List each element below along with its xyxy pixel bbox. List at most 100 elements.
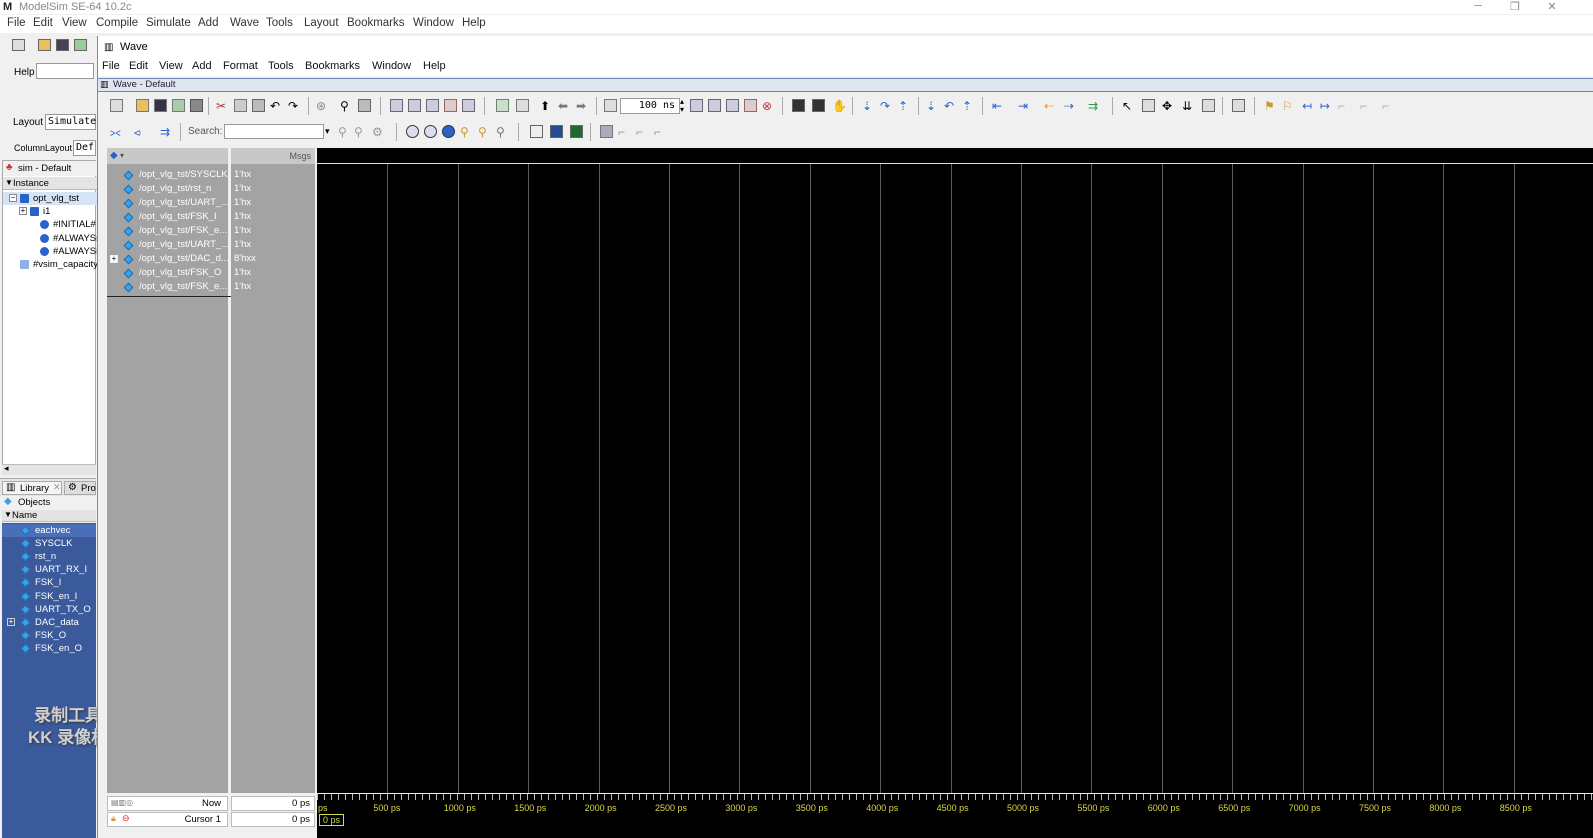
hand-icon[interactable]: ✋ <box>832 99 847 113</box>
run-all-icon[interactable] <box>726 99 739 112</box>
simulate-icon[interactable] <box>426 99 439 112</box>
menu-layout[interactable]: Layout <box>304 17 339 29</box>
cursor-line-icon[interactable] <box>530 125 543 138</box>
menu-bookmarks[interactable]: Bookmarks <box>347 17 405 29</box>
step-into-icon[interactable]: ⇣ <box>862 99 875 113</box>
tree-item[interactable]: #ALWAYS# <box>3 245 101 258</box>
arrow-right-icon[interactable]: ➡ <box>576 99 589 113</box>
help-icon[interactable]: ⊛ <box>316 99 329 113</box>
add-bookmark-icon[interactable]: ⚑ <box>1264 99 1277 113</box>
merge-icon[interactable]: ⇉ <box>160 125 173 139</box>
signal-expander-icon[interactable]: + <box>110 255 118 263</box>
new-file-icon[interactable] <box>12 39 25 51</box>
object-item[interactable]: FSK_I <box>2 576 96 589</box>
signal-name-row[interactable]: /opt_vlg_tst/FSK_O <box>107 266 228 280</box>
ungroup-icon[interactable]: ⪦ <box>134 125 147 139</box>
step-back-icon[interactable]: ⇣ <box>926 99 939 113</box>
menu-add[interactable]: Add <box>198 17 218 29</box>
object-item[interactable]: FSK_O <box>2 629 96 642</box>
wave-menu-tools[interactable]: Tools <box>268 60 294 72</box>
paste-icon[interactable] <box>252 99 265 112</box>
msgs-column-header[interactable]: Msgs <box>231 148 315 164</box>
cursor-fill-icon[interactable] <box>550 125 563 138</box>
tree-expander-icon[interactable]: + <box>19 207 27 216</box>
object-item[interactable]: + DAC_data <box>2 616 96 629</box>
select-mode-icon[interactable]: ↖ <box>1122 99 1135 113</box>
zoom-last-icon[interactable]: ⚲ <box>478 125 491 139</box>
menu-help[interactable]: Help <box>462 17 486 29</box>
wave-menu-add[interactable]: Add <box>192 60 212 72</box>
menu-file[interactable]: File <box>7 17 26 29</box>
signal-name-row[interactable]: /opt_vlg_tst/UART_... <box>107 238 229 252</box>
refresh-icon[interactable] <box>74 39 87 51</box>
cursor-green-icon[interactable] <box>570 125 583 138</box>
scroll-left-icon[interactable]: ◂ <box>4 463 9 474</box>
tab-library[interactable]: ▥ Library ✕ <box>2 481 62 495</box>
find-list-icon[interactable] <box>358 99 371 112</box>
tree-item[interactable]: #ALWAYS# <box>3 232 101 245</box>
group-icon[interactable]: ⪥ <box>110 125 123 139</box>
next-bookmark-icon[interactable]: ↦ <box>1320 99 1333 113</box>
object-item[interactable]: eachvec <box>2 524 96 537</box>
collapse-triangle-icon[interactable]: ▼ <box>5 178 13 187</box>
collapse-triangle-icon[interactable]: ▼ <box>4 510 12 519</box>
object-item[interactable]: UART_RX_I <box>2 563 96 576</box>
object-item[interactable]: SYSCLK <box>2 537 96 550</box>
time-axis[interactable]: 0 ps ps 500 ps 1000 ps 1500 ps 2000 ps 2500 p… <box>317 794 1593 838</box>
search-prev-icon[interactable]: ⚲ <box>338 125 351 139</box>
cursor-time-marker[interactable]: 0 ps <box>319 814 345 826</box>
help-search-input[interactable] <box>36 63 94 79</box>
step-out-icon[interactable]: ⇡ <box>898 99 911 113</box>
delete-bookmark-icon[interactable]: ⚐ <box>1282 99 1295 113</box>
stop-icon[interactable]: ⊗ <box>762 99 775 113</box>
signal-name-row[interactable]: /opt_vlg_tst/FSK_I <box>107 210 228 224</box>
run-length-spinner-icon[interactable]: ▴ ▾ <box>680 98 684 114</box>
object-item[interactable]: FSK_en_O <box>2 642 96 655</box>
menu-wave[interactable]: Wave <box>230 17 259 29</box>
search-input[interactable] <box>224 124 324 139</box>
objects-column-header[interactable]: ▼ Name <box>2 510 96 522</box>
open-folder-icon[interactable] <box>38 39 51 51</box>
signal-name-row[interactable]: /opt_vlg_tst/FSK_e... <box>107 280 228 294</box>
open-folder-icon[interactable] <box>136 99 149 112</box>
search-dropdown-icon[interactable]: ▾ <box>325 126 330 137</box>
minimize-icon[interactable]: ─ <box>1460 0 1496 14</box>
restore-icon[interactable]: ❐ <box>1497 0 1533 14</box>
tab-close-icon[interactable]: ✕ <box>53 482 61 493</box>
remove-cursor-icon[interactable]: ⊖ <box>122 813 130 824</box>
time-mode-icon[interactable]: ⌐ <box>1382 99 1395 113</box>
run-length-icon[interactable] <box>604 99 617 112</box>
tab-project[interactable]: ⚙ Pro <box>64 481 96 495</box>
next-edge-icon[interactable]: ⇥ <box>1018 99 1031 113</box>
object-item[interactable]: UART_TX_O <box>2 603 96 616</box>
wave-menu-help[interactable]: Help <box>423 60 446 72</box>
edge-fall-icon[interactable]: ⌐ <box>636 125 649 139</box>
continue-run-icon[interactable] <box>708 99 721 112</box>
search-next-icon[interactable]: ⚲ <box>354 125 367 139</box>
name-column-header[interactable]: ◆ ▾ <box>107 148 228 164</box>
prev-bookmark-icon[interactable]: ↤ <box>1302 99 1315 113</box>
wave-format-icon[interactable] <box>600 125 613 138</box>
insert-cursor-icon[interactable] <box>1232 99 1245 112</box>
waveform-area[interactable] <box>317 148 1593 793</box>
next-transition-icon[interactable]: ⇢ <box>1064 99 1077 113</box>
tree-item[interactable]: #vsim_capacity <box>3 258 98 271</box>
reverse-out-icon[interactable]: ⇡ <box>962 99 975 113</box>
compile-icon[interactable] <box>390 99 403 112</box>
tree-item[interactable]: + i1 <box>3 205 97 218</box>
save-icon[interactable] <box>56 39 69 51</box>
columnlayout-select[interactable]: Def <box>73 140 96 156</box>
signal-name-row[interactable]: /opt_vlg_tst/rst_n <box>107 182 228 196</box>
edit-mode-icon[interactable]: ⇊ <box>1182 99 1195 113</box>
zoom-mode-icon[interactable] <box>1142 99 1155 112</box>
instance-column-header[interactable]: ▼ Instance <box>3 177 97 190</box>
prev-transition-icon[interactable]: ⇠ <box>1044 99 1057 113</box>
expand-time-icon[interactable]: ⌐ <box>1338 99 1351 113</box>
break-icon[interactable] <box>444 99 457 112</box>
save-icon[interactable] <box>154 99 167 112</box>
find-icon[interactable]: ⚲ <box>340 99 353 113</box>
undo-icon[interactable]: ↶ <box>270 99 283 113</box>
signal-name-row[interactable]: /opt_vlg_tst/FSK_e... <box>107 224 228 238</box>
prev-edge-icon[interactable]: ⇤ <box>992 99 1005 113</box>
restart-icon[interactable] <box>462 99 475 112</box>
